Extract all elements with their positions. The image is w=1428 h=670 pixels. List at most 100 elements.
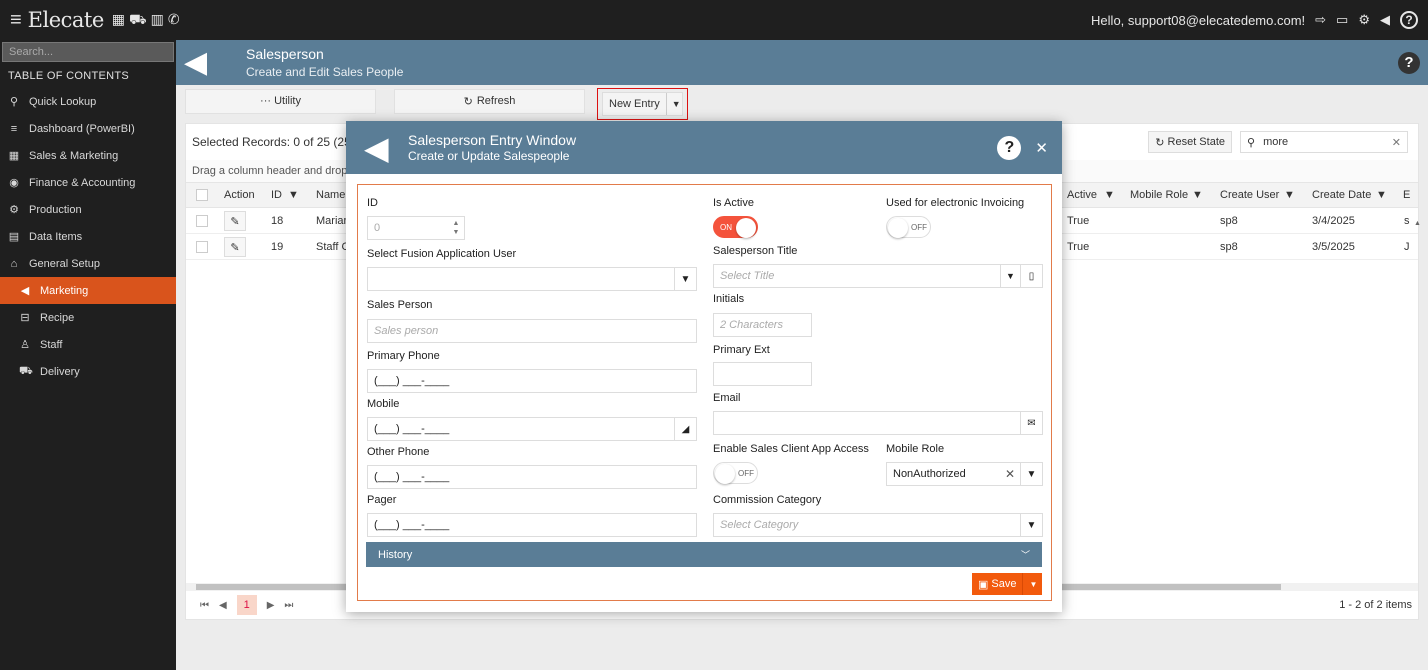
cell-id: 19	[271, 241, 284, 253]
is-active-toggle[interactable]: ON	[713, 216, 758, 238]
col-id[interactable]: ID	[271, 189, 282, 201]
mobile-role-select[interactable]: NonAuthorized ✕ ▼	[886, 462, 1043, 486]
sales-person-input[interactable]: Sales person	[367, 319, 697, 343]
col-active[interactable]: Active	[1067, 189, 1097, 201]
current-page[interactable]: 1	[236, 595, 257, 615]
row-checkbox[interactable]	[196, 215, 208, 227]
commission-select[interactable]: Select Category ▼	[713, 513, 1043, 537]
truck-icon[interactable]: ⛟	[129, 11, 147, 30]
select-all-checkbox[interactable]	[196, 189, 208, 201]
col-action[interactable]: Action	[224, 189, 255, 201]
einvoice-label: Used for electronic Invoicing	[886, 197, 1025, 209]
prev-page-icon[interactable]: ◀	[219, 600, 227, 611]
filter-icon[interactable]: ▼	[1104, 189, 1115, 201]
filter-icon[interactable]: ▼	[288, 189, 299, 201]
sidebar-item-production[interactable]: ⚙ Production	[0, 196, 176, 223]
megaphone-icon[interactable]: ◀	[1380, 12, 1390, 28]
reset-state-button[interactable]: ↻ Reset State	[1148, 131, 1232, 153]
caret-down-icon[interactable]: ▼	[1023, 580, 1037, 589]
close-icon[interactable]: ✕	[1035, 139, 1048, 157]
col-create-user[interactable]: Create User	[1220, 189, 1279, 201]
filter-icon[interactable]: ▼	[1192, 189, 1203, 201]
scroll-up-icon[interactable]: ▲	[1414, 220, 1421, 227]
sidebar-item-recipe[interactable]: ⊟ Recipe	[0, 304, 176, 331]
new-document-icon[interactable]: ▯	[1020, 265, 1042, 287]
col-name[interactable]: Name	[316, 189, 345, 201]
sidebar-item-delivery[interactable]: ⛟ Delivery	[0, 358, 176, 385]
primary-ext-input[interactable]	[713, 362, 812, 386]
id-spinner[interactable]: ▲ ▼	[448, 217, 464, 239]
new-entry-label[interactable]: New Entry	[603, 93, 667, 115]
cell-create-date: 3/4/2025	[1312, 215, 1355, 227]
sidebar-item-dashboard[interactable]: ≡ Dashboard (PowerBI)	[0, 115, 176, 142]
col-create-date[interactable]: Create Date	[1312, 189, 1371, 201]
title-select[interactable]: Select Title ▼ ▯	[713, 264, 1043, 288]
fusion-user-select[interactable]: ▼	[367, 267, 697, 291]
sidebar-item-quick-lookup[interactable]: ⚲ Quick Lookup	[0, 88, 176, 115]
history-panel[interactable]: History ﹀	[366, 542, 1042, 567]
rss-icon[interactable]: ◢	[674, 418, 696, 440]
grid-search-input[interactable]: ⚲ more ✕	[1240, 131, 1408, 153]
phone-icon[interactable]: ✆	[168, 11, 180, 30]
primary-phone-input[interactable]: (___) ___-____	[367, 369, 697, 393]
sidebar-item-data-items[interactable]: ▤ Data Items	[0, 223, 176, 250]
sidebar-item-marketing[interactable]: ◀ Marketing	[0, 277, 176, 304]
refresh-label: Refresh	[476, 95, 516, 107]
building-icon[interactable]: ▥	[151, 11, 164, 30]
app-logo[interactable]: Elecate	[28, 8, 105, 32]
initials-input[interactable]: 2 Characters	[713, 313, 812, 337]
envelope-icon[interactable]: ✉	[1020, 412, 1042, 434]
save-button[interactable]: ▣ Save ▼	[972, 573, 1042, 595]
mobile-input[interactable]: (___) ___-____ ◢	[367, 417, 697, 441]
filter-icon[interactable]: ▼	[1376, 189, 1387, 201]
folder-icon[interactable]: ▭	[1336, 12, 1348, 28]
caret-down-icon[interactable]: ▼	[1020, 463, 1042, 485]
einvoice-toggle[interactable]: OFF	[886, 216, 931, 238]
caret-down-icon[interactable]: ▼	[667, 99, 681, 109]
row-checkbox[interactable]	[196, 241, 208, 253]
pager-input[interactable]: (___) ___-____	[367, 513, 697, 537]
caret-down-icon[interactable]: ▼	[1000, 265, 1020, 287]
first-page-icon[interactable]: ⏮	[200, 600, 209, 611]
refresh-button[interactable]: ↻ Refresh	[394, 88, 585, 114]
commission-label: Commission Category	[713, 494, 822, 506]
last-page-icon[interactable]: ⏭	[284, 600, 293, 611]
col-mobile-role[interactable]: Mobile Role	[1130, 189, 1188, 201]
chevron-down-icon[interactable]: ﹀	[1021, 548, 1030, 561]
cell-active: True	[1067, 215, 1090, 227]
client-app-toggle[interactable]: OFF	[713, 462, 758, 484]
filter-icon[interactable]: ▼	[1284, 189, 1295, 201]
next-page-icon[interactable]: ▶	[267, 600, 275, 611]
gear-icon[interactable]: ⚙	[1358, 12, 1370, 28]
sidebar-item-sales-marketing[interactable]: ▦ Sales & Marketing	[0, 142, 176, 169]
sidebar-item-staff[interactable]: ♙ Staff	[0, 331, 176, 358]
logout-icon[interactable]: ⇨	[1315, 12, 1326, 28]
calendar-icon[interactable]: ▦	[112, 11, 125, 30]
other-phone-input[interactable]: (___) ___-____	[367, 465, 697, 489]
edit-button[interactable]: ✎	[224, 237, 246, 257]
sidebar-search-input[interactable]: Search...	[2, 42, 174, 62]
id-field[interactable]: 0 ▲ ▼	[367, 216, 465, 240]
email-input[interactable]: ✉	[713, 411, 1043, 435]
help-icon[interactable]: ?	[1400, 11, 1418, 29]
cell-active: True	[1067, 241, 1090, 253]
caret-down-icon[interactable]: ▼	[1020, 514, 1042, 536]
toggle-knob	[736, 218, 756, 238]
col-e[interactable]: E	[1403, 189, 1410, 201]
sidebar-item-general-setup[interactable]: ⌂ General Setup	[0, 250, 176, 277]
caret-down-icon[interactable]: ▼	[674, 268, 696, 290]
new-entry-button[interactable]: New Entry ▼	[602, 92, 683, 116]
help-icon[interactable]: ?	[997, 135, 1022, 160]
edit-button[interactable]: ✎	[224, 211, 246, 231]
spin-down-icon[interactable]: ▼	[453, 228, 460, 237]
help-icon[interactable]: ?	[1398, 51, 1420, 74]
selected-records: Selected Records: 0 of 25 (25	[192, 135, 351, 149]
hamburger-menu-icon[interactable]: ≡	[10, 9, 22, 32]
clear-icon[interactable]: ✕	[1000, 463, 1020, 485]
id-label: ID	[367, 197, 378, 209]
spin-up-icon[interactable]: ▲	[453, 219, 460, 228]
clear-icon[interactable]: ✕	[1392, 136, 1401, 149]
save-main[interactable]: ▣ Save	[972, 573, 1024, 595]
sidebar-item-finance[interactable]: ◉ Finance & Accounting	[0, 169, 176, 196]
utility-button[interactable]: ··· Utility	[185, 88, 376, 114]
